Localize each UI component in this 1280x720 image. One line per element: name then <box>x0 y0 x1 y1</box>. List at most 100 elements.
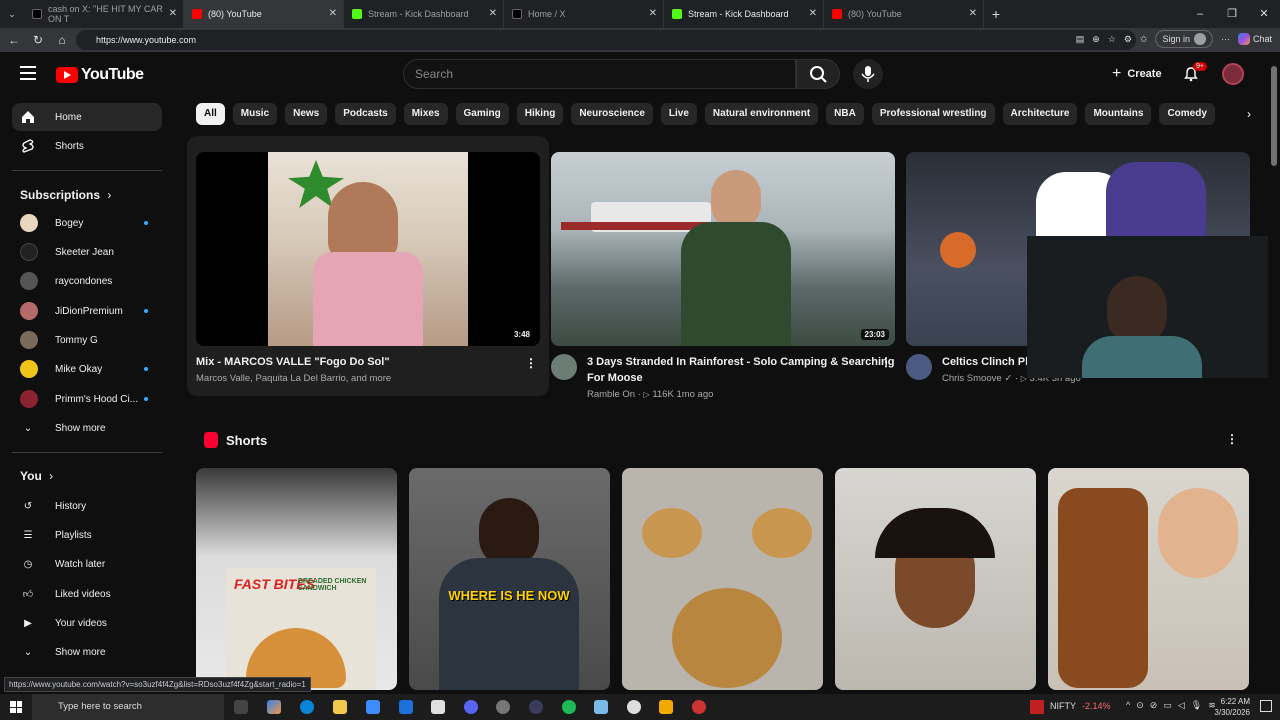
short-card[interactable] <box>1048 468 1249 690</box>
app-icon[interactable] <box>659 700 673 714</box>
close-window-button[interactable]: ✕ <box>1248 0 1280 28</box>
chip-mixes[interactable]: Mixes <box>403 103 448 125</box>
favorite-icon[interactable]: ☆ <box>1108 34 1116 45</box>
subscription-item[interactable]: Bogey <box>12 209 162 237</box>
back-button[interactable]: ← <box>2 33 26 47</box>
sidebar-item-playlists[interactable]: ☰ Playlists <box>12 521 162 549</box>
browser-tab[interactable]: cash on X: "HE HIT MY CAR ON T ✕ <box>24 0 184 28</box>
subscription-item[interactable]: raycondones <box>12 267 162 295</box>
channel-name[interactable]: Chris Smoove <box>942 373 1002 384</box>
short-card[interactable]: FAST BITES BREADED CHICKEN SANDWICH <box>196 468 397 690</box>
close-tab-icon[interactable]: ✕ <box>169 8 177 19</box>
chip-natural-environment[interactable]: Natural environment <box>704 103 819 125</box>
video-thumbnail[interactable]: 3:48 <box>196 152 540 346</box>
tray-expand-icon[interactable]: ^ <box>1126 700 1130 711</box>
subscription-item[interactable]: Skeeter Jean <box>12 238 162 266</box>
store-icon[interactable] <box>366 700 380 714</box>
youtube-logo[interactable]: YouTube <box>56 66 144 84</box>
edge-icon[interactable] <box>300 700 314 714</box>
app-icon[interactable] <box>692 700 706 714</box>
video-card[interactable]: 23:03 3 Days Stranded In Rainforest - So… <box>551 152 895 400</box>
chip-nba[interactable]: NBA <box>826 103 864 125</box>
search-input[interactable]: Search <box>403 59 796 89</box>
subscriptions-heading[interactable]: Subscriptions › <box>20 188 111 202</box>
microphone-icon[interactable]: 🎙︎ <box>1191 700 1202 711</box>
windows-start-icon[interactable] <box>10 701 22 713</box>
chip-podcasts[interactable]: Podcasts <box>335 103 396 125</box>
browser-tab[interactable]: Stream - Kick Dashboard ✕ <box>344 0 504 28</box>
chip-news[interactable]: News <box>285 103 328 125</box>
chip-live[interactable]: Live <box>660 103 697 125</box>
display-icon[interactable]: ▭ <box>1163 700 1172 711</box>
copilot-icon[interactable] <box>267 700 281 714</box>
short-card[interactable] <box>622 468 823 690</box>
file-explorer-icon[interactable] <box>333 700 347 714</box>
discord-icon[interactable] <box>464 700 478 714</box>
chip-mountains[interactable]: Mountains <box>1085 103 1152 125</box>
obs-icon[interactable] <box>627 700 641 714</box>
menu-icon[interactable] <box>20 66 36 80</box>
subscription-item[interactable]: JiDionPremium <box>12 297 162 325</box>
mail-icon[interactable] <box>399 700 413 714</box>
spotify-icon[interactable] <box>562 700 576 714</box>
close-tab-icon[interactable]: ✕ <box>489 8 497 19</box>
sidebar-item-liked-videos[interactable]: 👍︎ Liked videos <box>12 580 162 608</box>
channel-name[interactable]: Ramble On <box>587 389 635 400</box>
subscription-item[interactable]: Primm's Hood Ci... <box>12 385 162 413</box>
chip-gaming[interactable]: Gaming <box>455 103 509 125</box>
browser-tab[interactable]: Home / X ✕ <box>504 0 664 28</box>
chip-architecture[interactable]: Architecture <box>1002 103 1078 125</box>
chip-music[interactable]: Music <box>232 103 278 125</box>
scrollbar-thumb[interactable] <box>1271 66 1277 166</box>
app-icon[interactable] <box>594 700 608 714</box>
show-more-button[interactable]: ⌄ Show more <box>12 414 162 442</box>
clock[interactable]: 6:22 AM 3/30/2026 <box>1214 696 1250 718</box>
voice-search-button[interactable] <box>853 59 883 89</box>
subscription-item[interactable]: Tommy G <box>12 326 162 354</box>
subscription-item[interactable]: Mike Okay <box>12 355 162 383</box>
copilot-chat-button[interactable]: Chat <box>1237 33 1272 45</box>
chip-hiking[interactable]: Hiking <box>516 103 564 125</box>
menu-dots-icon[interactable]: ··· <box>1221 34 1230 44</box>
taskbar-search-input[interactable]: Type here to search <box>32 694 224 720</box>
close-tab-icon[interactable]: ✕ <box>809 8 817 19</box>
volume-icon[interactable]: ◁ <box>1178 700 1185 711</box>
short-card[interactable]: WHERE IS HE NOW <box>409 468 610 690</box>
chip-comedy[interactable]: Comedy <box>1159 103 1215 125</box>
more-options-icon[interactable]: ⋮ <box>880 355 892 369</box>
video-card[interactable]: 3:48 Mix - MARCOS VALLE "Fogo Do Sol" Ma… <box>196 152 540 384</box>
video-title[interactable]: Mix - MARCOS VALLE "Fogo Do Sol" <box>196 354 540 370</box>
close-tab-icon[interactable]: ✕ <box>329 8 337 19</box>
tab-list-icon[interactable]: ⌄ <box>0 9 24 20</box>
app-icon[interactable] <box>496 700 510 714</box>
sidebar-item-history[interactable]: ↺ History <box>12 492 162 520</box>
signin-button[interactable]: Sign in <box>1155 30 1213 48</box>
chip-all[interactable]: All <box>196 103 225 125</box>
extensions-icon[interactable]: ⚙ <box>1124 34 1132 45</box>
you-heading[interactable]: You › <box>20 469 53 483</box>
browser-tab[interactable]: (80) YouTube ✕ <box>824 0 984 28</box>
chip-professional-wrestling[interactable]: Professional wrestling <box>871 103 995 125</box>
sidebar-item-home[interactable]: Home <box>12 103 162 131</box>
show-more-button[interactable]: ⌄ Show more <box>12 638 162 666</box>
task-view-icon[interactable] <box>234 700 248 714</box>
search-button[interactable] <box>796 59 840 89</box>
app-icon[interactable] <box>529 700 543 714</box>
short-card[interactable] <box>835 468 1036 690</box>
browser-tab[interactable]: Stream - Kick Dashboard ✕ <box>664 0 824 28</box>
minimize-button[interactable]: – <box>1184 0 1216 28</box>
home-button[interactable]: ⌂ <box>50 33 74 47</box>
address-bar[interactable]: https://www.youtube.com <box>76 30 1136 50</box>
close-tab-icon[interactable]: ✕ <box>649 8 657 19</box>
more-options-icon[interactable]: ⋮ <box>525 356 537 370</box>
chip-neuroscience[interactable]: Neuroscience <box>571 103 653 125</box>
sidebar-item-watch-later[interactable]: ◷ Watch later <box>12 550 162 578</box>
favorites-bar-icon[interactable]: ✩ <box>1140 34 1148 45</box>
sidebar-item-your-videos[interactable]: ▶ Your videos <box>12 609 162 637</box>
page-scrollbar[interactable] <box>1268 52 1280 694</box>
reload-button[interactable]: ↻ <box>26 33 50 47</box>
reader-icon[interactable]: ▤ <box>1076 34 1085 45</box>
channel-avatar[interactable] <box>551 354 577 380</box>
zoom-icon[interactable]: ⊕ <box>1092 34 1100 45</box>
notepad-icon[interactable] <box>431 700 445 714</box>
